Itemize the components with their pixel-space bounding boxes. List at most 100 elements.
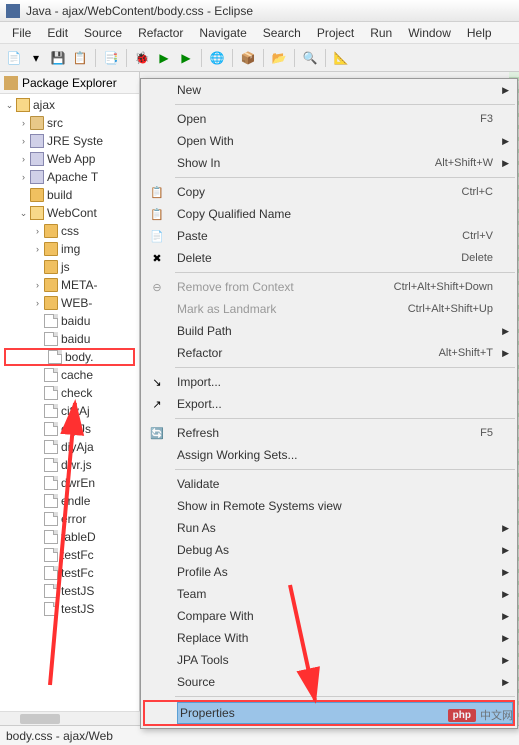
toggle-button[interactable]: 📐 <box>331 48 351 68</box>
menu-label: Replace With <box>177 631 493 645</box>
scrollbar-thumb[interactable] <box>20 714 60 724</box>
debug-button[interactable]: 🐞 <box>132 48 152 68</box>
menu-file[interactable]: File <box>4 24 39 42</box>
menu-item-show-in-remote-systems-view[interactable]: Show in Remote Systems view <box>141 495 517 517</box>
tree-file[interactable]: testFc <box>0 564 139 582</box>
twisty-closed-icon[interactable]: › <box>32 280 43 291</box>
menu-run[interactable]: Run <box>362 24 400 42</box>
tree-file[interactable]: cityAj <box>0 402 139 420</box>
tree-file[interactable]: baidu <box>0 330 139 348</box>
twisty-open-icon[interactable]: ⌄ <box>18 208 29 219</box>
server-button[interactable]: 🌐 <box>207 48 227 68</box>
menu-item-debug-as[interactable]: Debug As▶ <box>141 539 517 561</box>
tree-file[interactable]: dwrEn <box>0 474 139 492</box>
submenu-arrow-icon: ▶ <box>502 611 509 622</box>
dropdown-icon[interactable]: ▾ <box>26 48 46 68</box>
menu-item-run-as[interactable]: Run As▶ <box>141 517 517 539</box>
tree-build[interactable]: build <box>0 186 139 204</box>
new-button[interactable]: 📄 <box>4 48 24 68</box>
tree-body-css-selected[interactable]: body. <box>4 348 135 366</box>
menu-item-open[interactable]: OpenF3 <box>141 108 517 130</box>
run-button[interactable]: ▶ <box>154 48 174 68</box>
tree-label: ajax <box>33 98 55 112</box>
tree-file[interactable]: testJS <box>0 600 139 618</box>
menu-item-import-[interactable]: ↘Import... <box>141 371 517 393</box>
twisty-closed-icon[interactable]: › <box>18 154 29 165</box>
menu-item-refresh[interactable]: 🔄RefreshF5 <box>141 422 517 444</box>
menu-separator <box>175 469 515 470</box>
menu-source[interactable]: Source <box>76 24 130 42</box>
menu-item-source[interactable]: Source▶ <box>141 671 517 693</box>
menu-label: Copy <box>177 185 462 199</box>
tree-file[interactable]: baidu <box>0 312 139 330</box>
save-button[interactable]: 💾 <box>48 48 68 68</box>
menu-item-copy-qualified-name[interactable]: 📋Copy Qualified Name <box>141 203 517 225</box>
copy-q-icon: 📋 <box>149 206 165 222</box>
tree-file[interactable]: cityJs <box>0 420 139 438</box>
menu-shortcut: Delete <box>461 252 493 264</box>
menu-item-profile-as[interactable]: Profile As▶ <box>141 561 517 583</box>
menu-item-new[interactable]: New▶ <box>141 79 517 101</box>
tree-webinf[interactable]: ›WEB- <box>0 294 139 312</box>
delete-icon: ✖ <box>149 250 165 266</box>
menu-project[interactable]: Project <box>309 24 362 42</box>
twisty-closed-icon[interactable]: › <box>32 226 43 237</box>
new-pkg-button[interactable]: 📦 <box>238 48 258 68</box>
menu-item-delete[interactable]: ✖DeleteDelete <box>141 247 517 269</box>
tree-file[interactable]: diyAja <box>0 438 139 456</box>
tree-apache[interactable]: ›Apache T <box>0 168 139 186</box>
tree-file[interactable]: testJS <box>0 582 139 600</box>
menu-item-export-[interactable]: ↗Export... <box>141 393 517 415</box>
menu-help[interactable]: Help <box>459 24 500 42</box>
tree-img[interactable]: ›img <box>0 240 139 258</box>
tree-jre[interactable]: ›JRE Syste <box>0 132 139 150</box>
menu-item-open-with[interactable]: Open With▶ <box>141 130 517 152</box>
file-icon <box>44 530 58 544</box>
submenu-arrow-icon: ▶ <box>502 567 509 578</box>
menu-edit[interactable]: Edit <box>39 24 76 42</box>
menu-item-show-in[interactable]: Show InAlt+Shift+W▶ <box>141 152 517 174</box>
tree-file[interactable]: testFc <box>0 546 139 564</box>
twisty-closed-icon[interactable]: › <box>18 136 29 147</box>
menu-item-validate[interactable]: Validate <box>141 473 517 495</box>
toolbar-btn[interactable]: 📑 <box>101 48 121 68</box>
menu-item-copy[interactable]: 📋CopyCtrl+C <box>141 181 517 203</box>
search-button[interactable]: 🔍 <box>300 48 320 68</box>
menu-item-paste[interactable]: 📄PasteCtrl+V <box>141 225 517 247</box>
tree-css[interactable]: ›css <box>0 222 139 240</box>
menu-search[interactable]: Search <box>255 24 309 42</box>
toolbar-separator <box>263 49 264 67</box>
run-ext-button[interactable]: ▶ <box>176 48 196 68</box>
tree-meta[interactable]: ›META- <box>0 276 139 294</box>
tree-src[interactable]: ›src <box>0 114 139 132</box>
menu-item-team[interactable]: Team▶ <box>141 583 517 605</box>
menu-window[interactable]: Window <box>400 24 459 42</box>
open-type-button[interactable]: 📂 <box>269 48 289 68</box>
twisty-closed-icon[interactable]: › <box>18 118 29 129</box>
menu-label: Build Path <box>177 324 493 338</box>
explorer-scrollbar[interactable] <box>0 711 140 725</box>
menu-refactor[interactable]: Refactor <box>130 24 191 42</box>
menu-item-jpa-tools[interactable]: JPA Tools▶ <box>141 649 517 671</box>
tree-file[interactable]: cache <box>0 366 139 384</box>
tree-file[interactable]: dwr.js <box>0 456 139 474</box>
menu-item-build-path[interactable]: Build Path▶ <box>141 320 517 342</box>
tree-file[interactable]: check <box>0 384 139 402</box>
menu-item-compare-with[interactable]: Compare With▶ <box>141 605 517 627</box>
tree-file[interactable]: error <box>0 510 139 528</box>
menu-item-replace-with[interactable]: Replace With▶ <box>141 627 517 649</box>
tree-webapp[interactable]: ›Web App <box>0 150 139 168</box>
twisty-closed-icon[interactable]: › <box>32 298 43 309</box>
menu-item-refactor[interactable]: RefactorAlt+Shift+T▶ <box>141 342 517 364</box>
tree-webcontent[interactable]: ⌄WebCont <box>0 204 139 222</box>
tree-project[interactable]: ⌄ ajax <box>0 96 139 114</box>
twisty-closed-icon[interactable]: › <box>18 172 29 183</box>
tree-js[interactable]: js <box>0 258 139 276</box>
twisty-open-icon[interactable]: ⌄ <box>4 100 15 111</box>
save-all-button[interactable]: 📋 <box>70 48 90 68</box>
twisty-closed-icon[interactable]: › <box>32 244 43 255</box>
tree-file[interactable]: endle <box>0 492 139 510</box>
menu-item-assign-working-sets-[interactable]: Assign Working Sets... <box>141 444 517 466</box>
menu-navigate[interactable]: Navigate <box>191 24 254 42</box>
tree-file[interactable]: tableD <box>0 528 139 546</box>
